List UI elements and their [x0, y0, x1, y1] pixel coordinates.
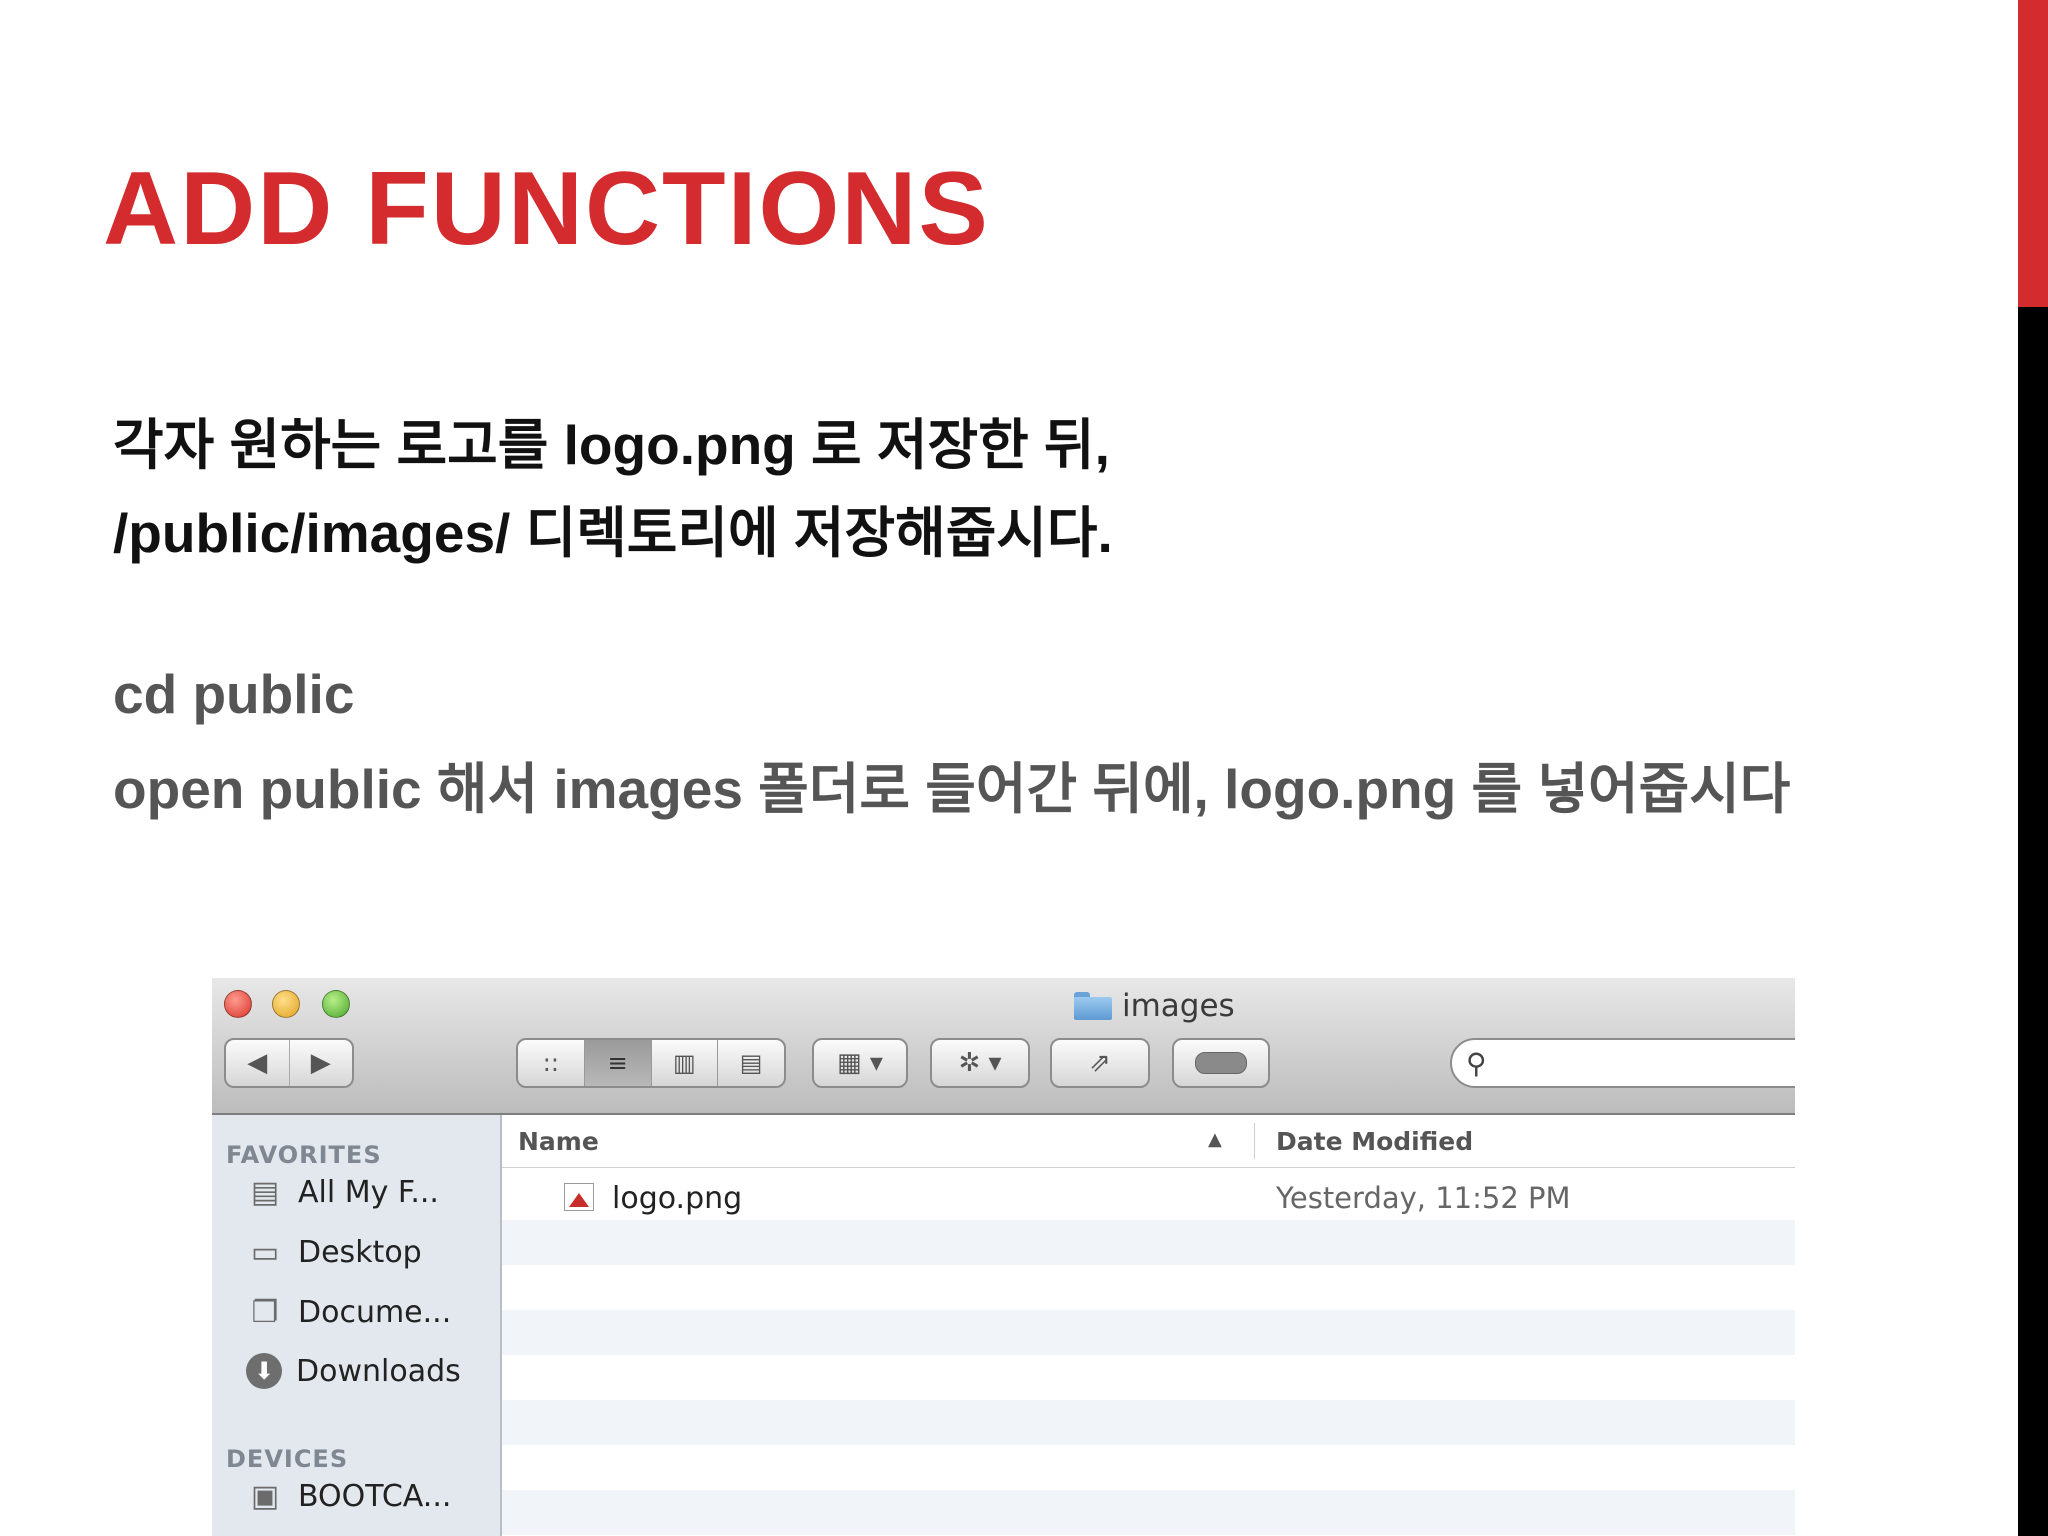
accent-bar-red [2018, 0, 2048, 307]
sort-ascending-icon: ▲ [1208, 1129, 1222, 1150]
search-input[interactable]: ⚲ [1450, 1038, 1795, 1088]
sidebar-item-documents[interactable]: ❐ Docume... [246, 1293, 452, 1331]
column-header: Name ▲ Date Modified [502, 1115, 1795, 1168]
empty-row [502, 1220, 1795, 1265]
sidebar-item-label: BOOTCA... [298, 1478, 452, 1514]
disk-icon: ▣ [250, 1478, 280, 1514]
finder-sidebar: FAVORITES ▤ All My F... ▭ Desktop ❐ Docu… [212, 1115, 502, 1536]
image-file-icon [564, 1183, 594, 1211]
sidebar-item-all-my-files[interactable]: ▤ All My F... [246, 1173, 439, 1211]
instruction-line-1: 각자 원하는 로고를 logo.png 로 저장한 뒤, [113, 414, 1110, 476]
finder-toolbar: images ◀ ▶ :: ≡ ▥ ▤ ▦ ▾ ✲ ▾ ⇗ ⚲ [212, 978, 1795, 1115]
cover-flow-icon: ▤ [739, 1049, 763, 1077]
column-divider[interactable] [1254, 1123, 1255, 1159]
documents-icon: ❐ [251, 1294, 279, 1330]
instruction-line-2: /public/images/ 디렉토리에 저장해줍시다. [113, 502, 1113, 564]
arrange-button[interactable]: ▦ ▾ [812, 1038, 908, 1088]
desktop-icon: ▭ [250, 1234, 280, 1270]
pill-icon [1195, 1052, 1247, 1074]
sidebar-item-desktop[interactable]: ▭ Desktop [246, 1233, 422, 1271]
icon-view-icon: :: [542, 1049, 559, 1077]
empty-row [502, 1445, 1795, 1490]
sidebar-item-label: Downloads [296, 1353, 461, 1389]
forward-button[interactable]: ▶ [288, 1040, 353, 1086]
sidebar-item-bootcamp[interactable]: ▣ BOOTCA... [246, 1477, 452, 1515]
finder-window: images ◀ ▶ :: ≡ ▥ ▤ ▦ ▾ ✲ ▾ ⇗ ⚲ FAVORITE… [212, 978, 1795, 1536]
empty-row [502, 1355, 1795, 1400]
search-icon: ⚲ [1466, 1046, 1487, 1080]
command-line-1: cd public [113, 663, 355, 725]
navigation-buttons: ◀ ▶ [224, 1038, 354, 1088]
minimize-window-button[interactable] [272, 990, 300, 1018]
slide-title: ADD FUNCTIONS [103, 151, 990, 267]
action-button[interactable]: ✲ ▾ [930, 1038, 1030, 1088]
file-list: Name ▲ Date Modified logo.png Yesterday,… [502, 1115, 1795, 1536]
window-title-text: images [1122, 988, 1235, 1024]
sidebar-item-label: Desktop [298, 1234, 422, 1270]
empty-row [502, 1490, 1795, 1535]
toggle-toolbar-button[interactable] [1172, 1038, 1270, 1088]
name-column-header[interactable]: Name [518, 1127, 599, 1156]
column-view-icon: ▥ [673, 1049, 696, 1077]
file-date-modified: Yesterday, 11:52 PM [1276, 1181, 1571, 1215]
sidebar-item-label: All My F... [298, 1174, 439, 1210]
all-my-files-icon: ▤ [250, 1174, 280, 1210]
empty-row [502, 1310, 1795, 1355]
cover-flow-button[interactable]: ▤ [717, 1040, 784, 1086]
empty-row [502, 1265, 1795, 1310]
close-window-button[interactable] [224, 990, 252, 1018]
sidebar-item-downloads[interactable]: ⬇ Downloads [246, 1353, 461, 1389]
back-icon: ◀ [247, 1048, 268, 1078]
view-mode-buttons: :: ≡ ▥ ▤ [516, 1038, 786, 1088]
icon-view-button[interactable]: :: [518, 1040, 584, 1086]
devices-heading: DEVICES [226, 1445, 349, 1473]
file-name: logo.png [612, 1181, 743, 1216]
command-line-2: open public 해서 images 폴더로 들어간 뒤에, logo.p… [113, 758, 1791, 820]
forward-icon: ▶ [310, 1048, 331, 1078]
back-button[interactable]: ◀ [226, 1040, 289, 1086]
favorites-heading: FAVORITES [226, 1141, 382, 1169]
window-title: images [1074, 986, 1235, 1026]
list-view-icon: ≡ [607, 1049, 628, 1077]
downloads-icon: ⬇ [246, 1353, 282, 1389]
gear-icon: ✲ ▾ [958, 1048, 1002, 1078]
arrange-icon: ▦ ▾ [837, 1048, 883, 1078]
zoom-window-button[interactable] [322, 990, 350, 1018]
table-row[interactable]: logo.png Yesterday, 11:52 PM [502, 1175, 1795, 1220]
share-icon: ⇗ [1089, 1048, 1111, 1078]
column-view-button[interactable]: ▥ [650, 1040, 718, 1086]
sidebar-item-label: Docume... [298, 1294, 452, 1330]
empty-row [502, 1400, 1795, 1445]
accent-bar-black [2018, 307, 2048, 1536]
list-view-button[interactable]: ≡ [583, 1040, 651, 1086]
share-button[interactable]: ⇗ [1050, 1038, 1150, 1088]
date-modified-column-header[interactable]: Date Modified [1276, 1127, 1473, 1156]
folder-icon [1074, 992, 1112, 1020]
